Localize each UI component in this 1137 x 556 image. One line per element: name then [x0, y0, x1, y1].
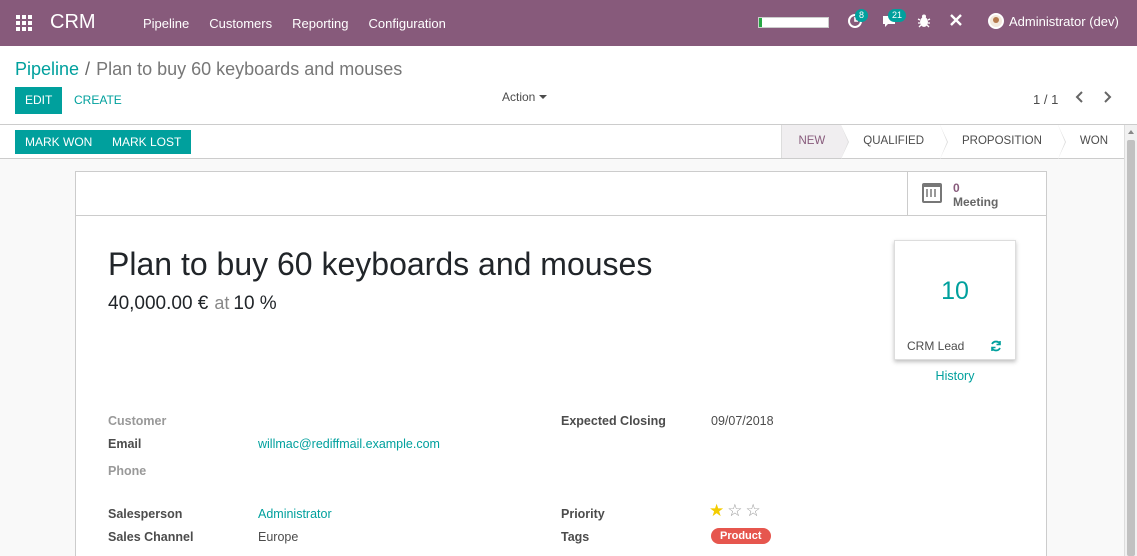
crm-lead-label: CRM Lead [907, 339, 965, 353]
scroll-thumb[interactable] [1127, 140, 1135, 556]
user-name: Administrator (dev) [1009, 13, 1119, 29]
calendar-icon [922, 183, 942, 203]
priority-star-icon[interactable]: ★ [709, 502, 724, 519]
email-value[interactable]: willmac@rediffmail.example.com [258, 437, 440, 451]
stage-proposition[interactable]: Proposition [940, 125, 1066, 159]
priority-star-icon[interactable]: ☆ [727, 502, 742, 519]
priority-star-icon[interactable]: ☆ [746, 502, 761, 519]
priority-stars[interactable]: ★ ☆ ☆ [709, 502, 764, 519]
probability-value: 10 % [233, 293, 277, 314]
expected-closing-label: Expected Closing [561, 414, 666, 428]
edit-button[interactable]: Edit [15, 87, 63, 114]
menu-item-configuration[interactable]: Configuration [359, 16, 456, 31]
stage-new[interactable]: New [782, 125, 850, 159]
stage-qualified[interactable]: Qualified [841, 125, 948, 159]
progress-fill [759, 18, 763, 27]
phone-label: Phone [108, 464, 147, 478]
debug-bug-icon[interactable] [914, 13, 934, 33]
opportunity-title: Plan to buy 60 keyboards and mouses [108, 246, 653, 282]
crm-lead-count: 10 [941, 277, 969, 305]
meeting-count: 0 [953, 181, 960, 195]
top-navbar: CRM Pipeline Customers Reporting Configu… [0, 0, 1137, 46]
priority-label: Priority [561, 507, 605, 521]
activity-count-badge: 8 [855, 9, 869, 22]
user-avatar [988, 13, 1004, 29]
pager-next-icon[interactable] [1099, 90, 1115, 106]
apps-menu-icon[interactable] [16, 15, 32, 31]
stage-selector: New Qualified Proposition Won [781, 125, 1124, 159]
salesperson-label: Salesperson [108, 507, 183, 521]
meeting-smart-button[interactable]: 0 Meeting [907, 172, 1046, 215]
message-count-badge: 21 [888, 9, 907, 22]
breadcrumb-pipeline[interactable]: Pipeline [15, 59, 79, 79]
mark-won-button[interactable]: Mark Won [15, 130, 103, 154]
tag-product-badge[interactable]: Product [711, 528, 771, 544]
customer-label: Customer [108, 414, 167, 428]
pager-value[interactable]: 1 / 1 [1033, 92, 1058, 107]
form-sheet: 0 Meeting Plan to buy 60 keyboards and m… [75, 171, 1047, 556]
stage-won[interactable]: Won [1058, 125, 1124, 158]
messages-icon[interactable]: 21 [880, 9, 907, 33]
revenue-line: 40,000.00 € at 10 % [108, 293, 277, 315]
app-brand[interactable]: CRM [50, 11, 96, 34]
expected-closing-value: 09/07/2018 [711, 414, 774, 428]
activity-clock-icon[interactable]: 8 [845, 9, 869, 33]
mark-lost-button[interactable]: Mark Lost [102, 130, 192, 154]
meeting-label: Meeting [953, 195, 999, 209]
menu-item-pipeline[interactable]: Pipeline [133, 16, 199, 31]
crm-lead-card[interactable]: 10 CRM Lead [894, 240, 1016, 360]
email-label: Email [108, 437, 142, 451]
breadcrumb: Pipeline / Plan to buy 60 keyboards and mo… [15, 59, 402, 80]
vertical-scrollbar[interactable] [1124, 125, 1137, 556]
main-menu: Pipeline Customers Reporting Configurati… [133, 0, 456, 46]
caret-down-icon [539, 95, 548, 99]
onboarding-progress-bar[interactable] [758, 17, 829, 28]
create-button[interactable]: Create [64, 87, 132, 114]
menu-item-customers[interactable]: Customers [199, 16, 282, 31]
tags-label: Tags [561, 530, 590, 544]
tools-icon[interactable] [946, 13, 966, 33]
at-label: at [214, 293, 230, 313]
action-label: Action [502, 90, 536, 104]
breadcrumb-separator: / [85, 59, 91, 79]
scroll-up-arrow-icon[interactable] [1128, 130, 1134, 134]
salesperson-value[interactable]: Administrator [258, 507, 332, 521]
control-panel: Pipeline / Plan to buy 60 keyboards and mo… [0, 46, 1137, 125]
pager-previous-icon[interactable] [1072, 90, 1088, 106]
sales-channel-value: Europe [258, 530, 299, 544]
sales-channel-label: Sales Channel [108, 530, 194, 544]
form-statusbar: Mark Won Mark Lost New Qualified Proposi… [0, 125, 1124, 159]
user-menu[interactable]: Administrator (dev) [988, 13, 1119, 29]
expected-revenue: 40,000.00 € [108, 293, 209, 314]
smart-button-box: 0 Meeting [76, 172, 1046, 216]
action-dropdown[interactable]: Action [502, 90, 548, 104]
history-link[interactable]: History [894, 369, 1016, 383]
menu-item-reporting[interactable]: Reporting [282, 16, 358, 31]
breadcrumb-current: Plan to buy 60 keyboards and mouses [96, 59, 403, 79]
refresh-icon[interactable] [990, 340, 1002, 352]
